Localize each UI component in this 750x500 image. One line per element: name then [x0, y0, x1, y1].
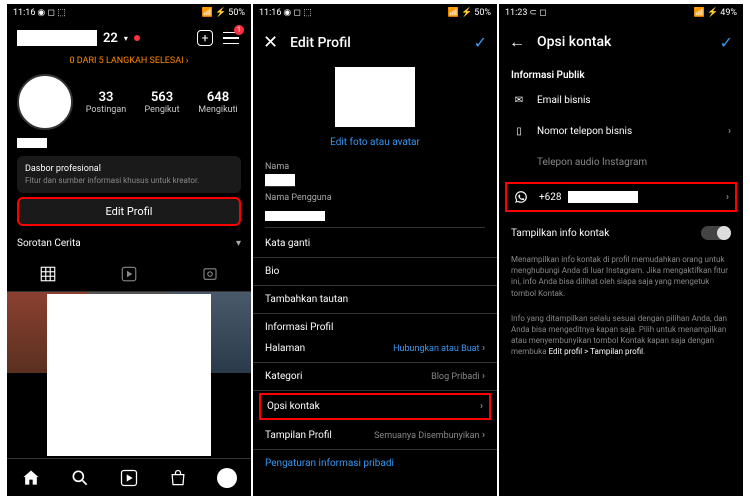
row-pronouns[interactable]: Kata ganti — [253, 230, 497, 258]
description-2: Info yang ditampilkan selalu sesuai deng… — [499, 309, 743, 368]
page-title: Opsi kontak — [537, 34, 611, 50]
menu-button[interactable]: 1 — [221, 28, 241, 48]
personal-info-link[interactable]: Pengaturan informasi pribadi — [253, 450, 497, 477]
input-username[interactable] — [265, 205, 485, 228]
profile-photo[interactable] — [335, 67, 415, 127]
status-bar: 11:16 ◉ ◻ ⬚ 📶 ⚡50% — [253, 4, 497, 22]
tab-tagged[interactable] — [170, 257, 251, 291]
add-post-button[interactable]: + — [195, 28, 215, 48]
username-suffix: 22 — [103, 31, 118, 46]
row-business-email[interactable]: ✉ Email bisnis — [499, 85, 743, 116]
nav-home[interactable] — [7, 459, 56, 496]
stat-following[interactable]: 648Mengikuti — [195, 90, 241, 115]
toggle-show-contact[interactable] — [701, 226, 731, 240]
professional-dashboard[interactable]: Dasbor profesional Fitur dan sumber info… — [17, 156, 241, 193]
confirm-icon[interactable]: ✓ — [720, 33, 733, 52]
back-icon[interactable]: ← — [509, 32, 525, 52]
label-username: Nama Pengguna — [265, 193, 485, 203]
nav-profile[interactable] — [202, 459, 251, 496]
status-battery: 50% — [228, 8, 245, 18]
confirm-icon[interactable]: ✓ — [474, 33, 487, 52]
status-bar: 11:23 ⊂ ◻ 📶 ⚡49% — [499, 4, 743, 22]
posts-redacted — [47, 294, 211, 456]
row-profile-display[interactable]: Tampilan Profil Semuanya Disembunyikan › — [253, 422, 497, 450]
description-1: Menampilkan info kontak di profil memuda… — [499, 250, 743, 309]
chevron-down-icon[interactable]: ▾ — [124, 34, 128, 43]
row-add-link[interactable]: Tambahkan tautan — [253, 286, 497, 314]
edit-profile-button[interactable]: Edit Profil — [17, 197, 241, 226]
chevron-down-icon: ▾ — [236, 238, 241, 249]
stat-posts[interactable]: 33Postingan — [83, 90, 129, 115]
row-whatsapp[interactable]: +628 › — [505, 182, 737, 212]
notification-dot — [134, 35, 140, 41]
row-bio[interactable]: Bio — [253, 258, 497, 286]
row-audio-call: Telepon audio Instagram — [499, 147, 743, 178]
status-time: 11:16 — [13, 8, 35, 18]
tab-grid[interactable] — [7, 257, 88, 291]
nav-search[interactable] — [56, 459, 105, 496]
nav-shop[interactable] — [153, 459, 202, 496]
story-highlights[interactable]: Sorotan Cerita▾ — [7, 230, 251, 257]
whatsapp-icon — [513, 190, 529, 204]
row-business-phone[interactable]: ▯ Nomor telepon bisnis › — [499, 116, 743, 147]
edit-photo-link[interactable]: Edit foto atau avatar — [253, 131, 497, 158]
stat-followers[interactable]: 563Pengikut — [139, 90, 185, 115]
status-bar: 11:16 ◉ ◻ ⬚ 📶 ⚡50% — [7, 4, 251, 22]
nav-reels[interactable] — [105, 459, 154, 496]
section-public-info: Informasi Publik — [499, 62, 743, 85]
row-category[interactable]: Kategori Blog Pribadi › — [253, 363, 497, 391]
page-title: Edit Profil — [290, 35, 351, 51]
email-icon: ✉ — [511, 95, 527, 106]
phone-icon: ▯ — [511, 126, 527, 137]
avatar[interactable] — [17, 74, 73, 130]
username-redacted — [17, 30, 97, 46]
menu-badge: 1 — [234, 25, 244, 35]
input-name[interactable] — [265, 174, 295, 187]
row-contact-options[interactable]: Opsi kontak› — [259, 393, 491, 420]
row-profile-info: Informasi Profil — [253, 314, 497, 335]
row-page[interactable]: Halaman Hubungkan atau Buat › — [253, 335, 497, 363]
progress-banner[interactable]: 0 DARI 5 LANGKAH SELESAI › — [7, 54, 251, 68]
tab-reels[interactable] — [88, 257, 169, 291]
close-icon[interactable]: ✕ — [263, 32, 278, 53]
row-show-contact[interactable]: Tampilkan info kontak — [499, 216, 743, 250]
display-name-redacted — [17, 138, 47, 148]
label-name: Nama — [265, 162, 485, 172]
